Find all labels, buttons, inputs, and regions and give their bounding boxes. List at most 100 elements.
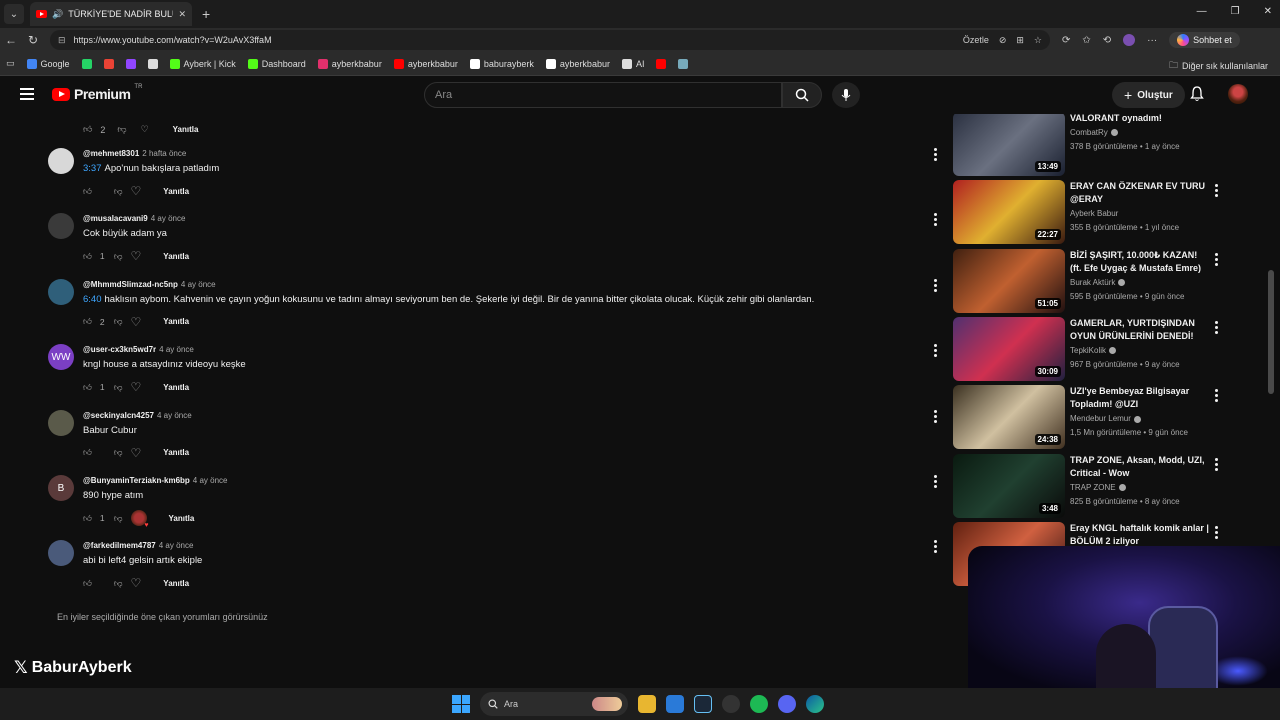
bookmark-item[interactable]: Ayberk | Kick [169, 58, 236, 69]
like-icon[interactable]: 👍︎ [83, 382, 92, 393]
recommended-video[interactable]: 51:05 BİZİ ŞAŞIRT, 10.000₺ KAZAN! (ft. Ef… [952, 248, 1232, 313]
avatar[interactable] [48, 148, 74, 174]
video-more-icon[interactable] [1215, 389, 1218, 403]
like-icon[interactable]: 👍︎ [83, 186, 92, 197]
summarize-label[interactable]: Özetle [963, 35, 989, 45]
video-more-icon[interactable] [1215, 252, 1218, 266]
copilot-chat-button[interactable]: Sohbet et [1169, 32, 1240, 48]
comment-author[interactable]: @musalacavani9 [83, 214, 148, 223]
reply-button[interactable]: Yanıtla [173, 125, 199, 134]
search-button[interactable] [782, 82, 822, 108]
heart-icon[interactable]: ♡ [131, 576, 142, 590]
site-info-icon[interactable]: ⊟ [58, 35, 66, 46]
video-title[interactable]: TRAP ZONE, Aksan, Modd, UZI, Critical - … [1070, 454, 1210, 480]
create-button[interactable]: + Oluştur [1112, 82, 1185, 108]
reply-button[interactable]: Yanıtla [163, 448, 189, 457]
bookmark-item[interactable] [103, 58, 114, 69]
comment-author[interactable]: @mehmet8301 [83, 149, 139, 158]
minimize-icon[interactable]: — [1197, 6, 1207, 17]
dislike-icon[interactable]: 👎︎ [114, 251, 123, 262]
favorites-icon[interactable]: ✩ [1082, 35, 1090, 46]
comment-more-icon[interactable] [934, 540, 938, 554]
summarize-icon[interactable]: ⊘ [999, 35, 1007, 46]
obs-icon[interactable] [722, 695, 740, 713]
video-more-icon[interactable] [1215, 525, 1218, 539]
avatar[interactable] [48, 213, 74, 240]
dislike-icon[interactable]: 👎︎ [114, 382, 123, 393]
comment-author[interactable]: @farkedilmem4787 [83, 541, 156, 550]
video-title[interactable]: BİZİ ŞAŞIRT, 10.000₺ KAZAN! (ft. Efe Uyg… [1070, 249, 1210, 275]
comment-more-icon[interactable] [934, 213, 938, 227]
video-title[interactable]: ERAY CAN ÖZKENAR EV TURU @ERAY [1070, 180, 1210, 206]
comment-timestamp-link[interactable]: 3:37 [83, 163, 102, 174]
account-avatar[interactable] [1228, 84, 1248, 104]
profile-icon[interactable] [1123, 34, 1136, 46]
avatar[interactable] [48, 409, 74, 436]
heart-icon[interactable]: ♡ [131, 446, 142, 460]
like-icon[interactable]: 👍︎ [83, 513, 92, 524]
recommended-video[interactable]: 24:38 UZI'ye Bembeyaz Bilgisayar Topladım… [952, 385, 1232, 450]
spotify-icon[interactable] [750, 695, 768, 713]
recommended-video[interactable]: 30:09 GAMERLAR, YURTDIŞINDAN OYUN ÜRÜNLER… [952, 316, 1232, 381]
video-thumbnail[interactable]: 24:38 [953, 385, 1065, 450]
like-icon[interactable]: 👍︎ [83, 316, 92, 327]
new-tab-button[interactable]: + [202, 6, 210, 22]
video-thumbnail[interactable]: 30:09 [953, 316, 1065, 381]
reply-button[interactable]: Yanıtla [169, 514, 195, 523]
comment-author[interactable]: @user-cx3kn5wd7r [83, 345, 156, 354]
comment-time[interactable]: 4 ay önce [159, 345, 194, 354]
comment-time[interactable]: 4 ay önce [193, 476, 228, 485]
recommended-video[interactable]: 22:27 ERAY CAN ÖZKENAR EV TURU @ERAY Ayber… [952, 180, 1232, 245]
video-channel[interactable]: Burak Aktürk [1070, 278, 1126, 287]
dislike-icon[interactable]: 👎︎ [117, 124, 126, 135]
video-thumbnail[interactable]: 51:05 [953, 248, 1065, 313]
bookmark-item[interactable]: ayberkbabur [317, 58, 382, 69]
windows-start-icon[interactable] [452, 695, 470, 713]
youtube-logo[interactable]: Premium TR [52, 84, 142, 102]
bookmarks-toggle-icon[interactable]: ▭ [6, 58, 15, 69]
bookmark-item[interactable]: Dashboard [247, 58, 306, 69]
comment-time[interactable]: 4 ay önce [181, 280, 216, 289]
avatar[interactable] [48, 278, 74, 305]
recommended-video[interactable]: 13:49 VALORANT oynadım! CombatRy 378 B görü… [952, 114, 1232, 176]
steam-icon[interactable] [694, 695, 712, 713]
search-input[interactable]: Ara [424, 82, 782, 108]
comment-more-icon[interactable] [934, 148, 938, 161]
comment-more-icon[interactable] [934, 475, 938, 488]
bookmark-item[interactable] [81, 58, 92, 69]
address-bar[interactable]: ⊟ https://www.youtube.com/watch?v=W2uAvX… [50, 30, 1050, 50]
video-title[interactable]: VALORANT oynadım! [1070, 114, 1210, 125]
comment-author[interactable]: @BunyaminTerziakn-km6bp [83, 476, 190, 485]
comment-time[interactable]: 4 ay önce [159, 541, 194, 550]
favorite-star-icon[interactable]: ☆ [1034, 35, 1042, 46]
dislike-icon[interactable]: 👎︎ [114, 186, 123, 197]
bookmark-item[interactable]: ayberkbabur [393, 58, 458, 69]
video-more-icon[interactable] [1215, 184, 1218, 198]
bookmark-item[interactable]: AI [621, 58, 644, 69]
file-explorer-icon[interactable] [638, 695, 656, 713]
dislike-icon[interactable]: 👎︎ [114, 447, 123, 458]
reply-button[interactable]: Yanıtla [163, 187, 189, 196]
photos-icon[interactable] [666, 695, 684, 713]
heart-icon[interactable]: ♡ [131, 184, 142, 198]
dislike-icon[interactable]: 👎︎ [114, 513, 123, 524]
like-icon[interactable]: 👍︎ [83, 251, 92, 262]
bookmark-item[interactable]: baburayberk [469, 58, 534, 69]
reply-button[interactable]: Yanıtla [163, 383, 189, 392]
avatar[interactable] [48, 540, 74, 567]
avatar[interactable]: B [48, 475, 74, 501]
video-title[interactable]: UZI'ye Bembeyaz Bilgisayar Topladım! @UZ… [1070, 385, 1210, 411]
extensions-icon[interactable]: ⟳ [1062, 35, 1070, 46]
more-options-icon[interactable]: ··· [1147, 35, 1157, 46]
bookmark-item[interactable]: Google [26, 58, 70, 69]
discord-icon[interactable] [778, 695, 796, 713]
history-icon[interactable]: ⟲ [1103, 35, 1111, 46]
video-channel[interactable]: TRAP ZONE [1070, 483, 1126, 492]
heart-icon[interactable]: ♡ [131, 380, 142, 394]
speaker-icon[interactable]: 🔊 [52, 9, 63, 20]
heart-icon[interactable]: ♡ [141, 124, 149, 135]
video-title[interactable]: GAMERLAR, YURTDIŞINDAN OYUN ÜRÜNLERİNİ D… [1070, 317, 1210, 343]
bookmark-item[interactable] [125, 58, 136, 69]
comment-more-icon[interactable] [934, 409, 938, 423]
hamburger-menu-icon[interactable] [20, 88, 34, 100]
